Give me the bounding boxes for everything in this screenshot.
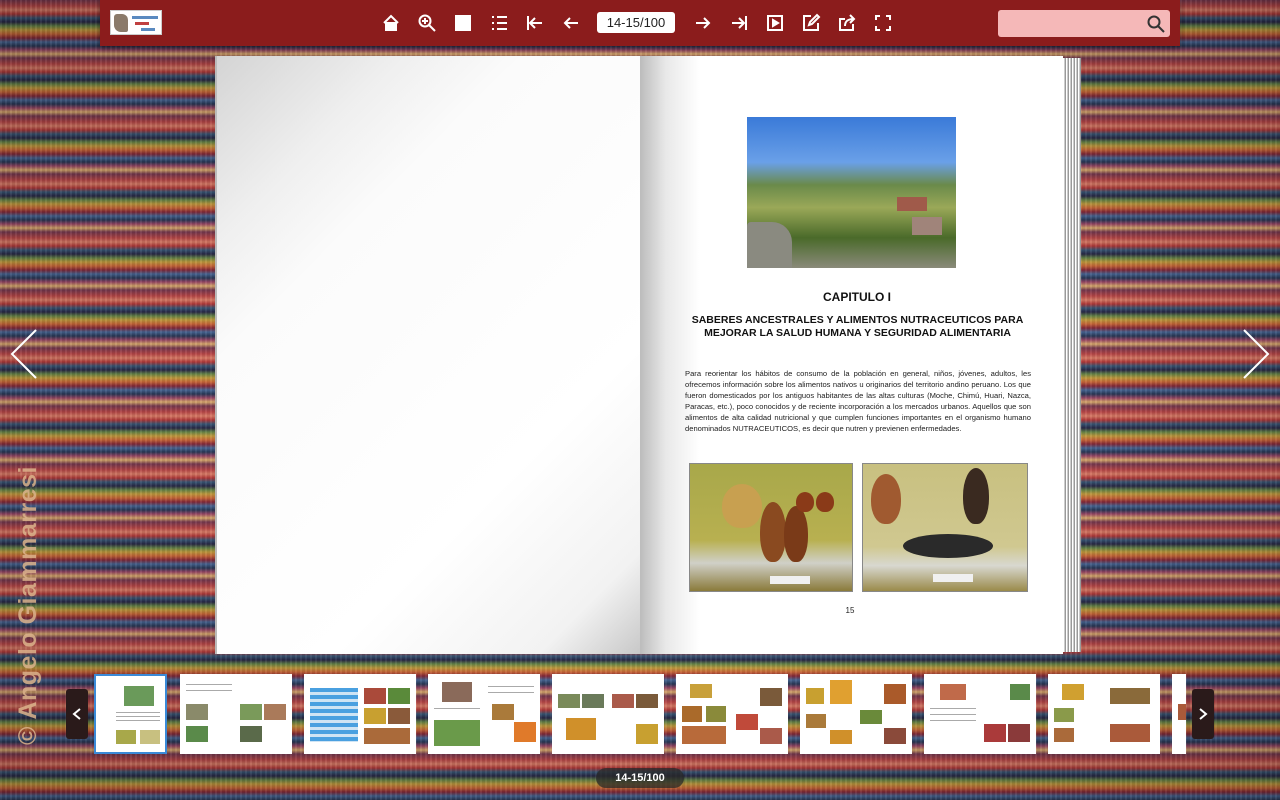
notes-icon[interactable] xyxy=(799,11,823,35)
thumbnail-pages-32-33[interactable] xyxy=(1172,674,1186,754)
thumbnail-pages-30-31[interactable] xyxy=(1048,674,1160,754)
page-indicator-label: 14-15/100 xyxy=(596,768,684,788)
thumbnail-pages-20-21[interactable] xyxy=(428,674,540,754)
thumbnail-pages-18-19[interactable] xyxy=(304,674,416,754)
fullscreen-icon[interactable] xyxy=(871,11,895,35)
flipbook[interactable]: CAPITULO I SABERES ANCESTRALES Y ALIMENT… xyxy=(215,56,1081,654)
pottery-photo-left xyxy=(689,463,853,592)
search-input[interactable] xyxy=(998,10,1143,37)
table-of-contents-icon[interactable] xyxy=(487,11,511,35)
page-number-input[interactable]: 14-15/100 xyxy=(597,12,675,33)
chapter-title: CAPITULO I xyxy=(823,290,891,304)
next-spread-arrow-icon[interactable] xyxy=(1240,326,1272,382)
thumbnail-pages-16-17[interactable] xyxy=(180,674,292,754)
top-toolbar: 14-15/100 xyxy=(100,0,1180,46)
search-icon[interactable] xyxy=(1146,14,1166,34)
share-icon[interactable] xyxy=(835,11,859,35)
page-14[interactable] xyxy=(215,56,640,654)
thumbnails-next-icon[interactable] xyxy=(1192,689,1214,739)
last-page-icon[interactable] xyxy=(727,11,751,35)
pottery-photo-right xyxy=(862,463,1028,592)
chapter-body-text: Para reorientar los hábitos de consumo d… xyxy=(685,369,1031,433)
thumbnail-pages-14-15[interactable] xyxy=(94,674,167,754)
page-number: 15 xyxy=(845,606,855,615)
zoom-in-icon[interactable] xyxy=(415,11,439,35)
prev-spread-arrow-icon[interactable] xyxy=(8,326,40,382)
previous-page-icon[interactable] xyxy=(559,11,583,35)
page-stack-edge xyxy=(1063,58,1081,652)
autoplay-icon[interactable] xyxy=(763,11,787,35)
thumbnail-pages-26-27[interactable] xyxy=(800,674,912,754)
next-page-icon[interactable] xyxy=(691,11,715,35)
chapter-subtitle: SABERES ANCESTRALES Y ALIMENTOS NUTRACEU… xyxy=(691,314,1024,339)
publisher-logo[interactable] xyxy=(110,10,162,35)
thumbnail-pages-22-23[interactable] xyxy=(552,674,664,754)
home-icon[interactable] xyxy=(379,11,403,35)
thumbnail-pages-28-29[interactable] xyxy=(924,674,1036,754)
copyright-watermark: © Angelo Giammarresi xyxy=(14,466,42,745)
thumbnail-pages-24-25[interactable] xyxy=(676,674,788,754)
thumbnails-prev-icon[interactable] xyxy=(66,689,88,739)
first-page-icon[interactable] xyxy=(523,11,547,35)
search-box[interactable] xyxy=(998,10,1170,37)
thumbnails-icon[interactable] xyxy=(451,11,475,35)
landscape-photo xyxy=(747,117,956,268)
